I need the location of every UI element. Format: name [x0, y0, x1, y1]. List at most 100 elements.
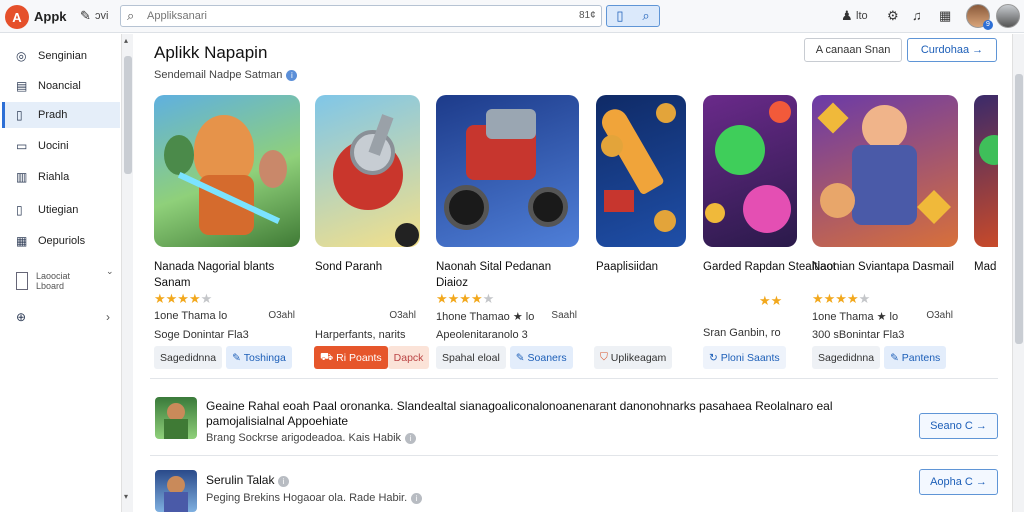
info-icon[interactable]: i — [286, 69, 298, 81]
top-bar: A Appk ✎ ᴐvi ⌕ 81¢ ▯ ⌕ ♟ lto ⚙ ♫ ▦ 9 — [0, 0, 1024, 33]
action-button[interactable]: Sagedidnna — [812, 346, 881, 369]
app-artwork[interactable] — [596, 95, 686, 247]
sidebar-item-label: Senginian — [38, 50, 87, 62]
avatar-secondary[interactable] — [996, 4, 1020, 28]
app-artwork[interactable] — [436, 95, 579, 247]
sidebar-item-5[interactable]: ▥ Riahla — [2, 164, 120, 190]
app-artwork[interactable] — [974, 95, 998, 247]
main-scrollbar[interactable] — [1012, 34, 1024, 512]
app-name[interactable]: Nanada Nagorial blants Sanam — [154, 259, 299, 291]
settings-icon[interactable]: ⚙ — [887, 8, 899, 24]
sidebar-item-label: Noancial — [38, 80, 81, 92]
headphones-icon[interactable]: ♫ — [912, 8, 922, 23]
app-card[interactable]: Mad — [974, 95, 998, 375]
list-item-subtitle: Peging Brekins Hogaoar ola. Rade Habir. … — [206, 492, 423, 504]
app-meta-text: 1one Thama lo — [154, 310, 228, 322]
app-artwork[interactable] — [812, 95, 958, 247]
action-button[interactable]: Dapck — [387, 346, 430, 369]
app-name[interactable]: Mad — [974, 259, 998, 275]
app-name[interactable]: Naonian Sviantapa Dasmail — [812, 259, 957, 275]
primary-button[interactable]: Curdohaa → — [907, 38, 997, 62]
bell-icon[interactable]: ♟ — [841, 8, 853, 24]
app-meta-right: O3ahl — [389, 310, 416, 321]
app-name: Appk — [34, 9, 67, 24]
scroll-down-icon[interactable]: ▾ — [124, 492, 128, 501]
app-meta: 1hone Thamao ★ lo Saahl — [436, 310, 581, 323]
sidebar-item-1[interactable]: ◎ Senginian — [2, 43, 120, 69]
sidebar-item-2[interactable]: ▤ Noancial — [2, 73, 120, 99]
app-artwork[interactable] — [315, 95, 420, 247]
action-button[interactable]: ↻ Ploni Saants — [703, 346, 786, 369]
action-button[interactable]: Spahal eloal — [436, 346, 506, 369]
app-meta-2: Harperfants, narits — [315, 329, 406, 341]
sidebar-scrollbar[interactable]: ▴ ▾ — [121, 34, 133, 512]
pencil-icon[interactable]: ✎ — [80, 8, 91, 24]
list-item-title[interactable]: Serulin Talak i — [206, 473, 906, 488]
search-icon: ⌕ — [127, 8, 135, 23]
buy-button[interactable]: ⛟ Ri Poants — [314, 346, 388, 369]
search-icon[interactable]: ⌕ — [642, 8, 649, 24]
action-label: Toshinga — [243, 351, 286, 364]
info-icon[interactable]: i — [411, 492, 423, 504]
app-artwork[interactable] — [154, 95, 300, 247]
list-item-thumbnail[interactable] — [155, 397, 197, 439]
refresh-icon: ↻ — [709, 351, 721, 364]
app-artwork[interactable] — [703, 95, 797, 247]
pencil-icon: ✎ — [515, 351, 528, 364]
rating-stars: ★★ — [759, 293, 783, 308]
action-label: Ri Poants — [336, 351, 382, 364]
action-button-primary[interactable]: ✎ Toshinga — [226, 346, 292, 369]
page-subtitle: Sendemail Nadpe Satman i — [154, 69, 298, 81]
list-item-subtitle-text: Peging Brekins Hogaoar ola. Rade Habir. — [206, 492, 408, 504]
list-item-subtitle-text: Brang Sockrse arigodeadoa. Kais Habik — [206, 432, 402, 444]
app-card[interactable]: Naonian Sviantapa Dasmail ★★★★★ 1one Tha… — [812, 95, 962, 375]
sidebar-item-3[interactable]: ▯ Pradh — [2, 102, 120, 128]
app-card[interactable]: Nanada Nagorial blants Sanam ★★★★★ 1one … — [154, 95, 304, 375]
info-icon[interactable]: i — [405, 432, 417, 444]
sidebar-item-label: Riahla — [38, 171, 70, 183]
sidebar-item-label: Uocini — [38, 140, 69, 152]
list-item-button[interactable]: Aopha C → — [919, 469, 998, 495]
scroll-thumb[interactable] — [1015, 74, 1023, 344]
rating-stars: ★★★★★ — [154, 291, 213, 306]
sidebar-item-label: Utiegian — [38, 204, 79, 216]
search-input[interactable] — [147, 6, 567, 26]
action-button[interactable]: Sagedidnna — [154, 346, 223, 369]
app-meta: 1one Thama lo O3ahl — [154, 310, 299, 322]
app-card[interactable]: Naonah Sital Pedanan Diaioz ★★★★★ 1hone … — [436, 95, 586, 375]
sidebar-group-line2: Lboard — [36, 281, 65, 291]
chevron-down-icon[interactable]: ⌄ — [106, 266, 114, 277]
monitor-icon: ▭ — [16, 139, 28, 153]
pencil-label: ᴐvi — [95, 10, 109, 22]
app-meta-2: 300 sBonintar Fla3 — [812, 329, 905, 341]
search-bar[interactable]: ⌕ 81¢ — [120, 5, 602, 27]
action-button[interactable]: ⛉ Uplikeagam — [594, 346, 673, 369]
sidebar-item-7[interactable]: ▦ Oepuriols — [2, 228, 120, 254]
sidebar-item-4[interactable]: ▭ Uocini — [2, 133, 120, 159]
card-actions: Sagedidnna ✎ Toshinga — [154, 346, 292, 369]
cart-icon: ⛟ — [320, 350, 337, 363]
sidebar-item-more[interactable]: ⊕ › — [2, 304, 120, 330]
action-label: Uplikeagam — [610, 351, 667, 364]
scroll-up-icon[interactable]: ▴ — [124, 36, 128, 45]
bookmark-icon[interactable]: ▯ — [616, 8, 623, 24]
page-subtitle-text: Sendemail Nadpe Satman — [154, 69, 283, 81]
pencil-icon: ✎ — [890, 351, 902, 364]
notification-badge: 9 — [983, 20, 993, 30]
action-label: Ploni Saants — [720, 351, 780, 364]
list-item-thumbnail[interactable] — [155, 470, 197, 512]
scroll-thumb[interactable] — [124, 56, 132, 174]
shield-icon: ⛉ — [600, 351, 611, 363]
sidebar-group[interactable]: Laoociat Lboard ⌄ — [2, 264, 120, 298]
info-icon[interactable]: i — [277, 476, 289, 487]
list-item-title[interactable]: Geaine Rahal eoah Paal oronanka. Slandea… — [206, 399, 906, 429]
list-item-button[interactable]: Seano C → — [919, 413, 998, 439]
grid-icon[interactable]: ▦ — [939, 8, 951, 24]
divider — [150, 455, 998, 456]
action-button-primary[interactable]: ✎ Pantens — [884, 346, 947, 369]
app-name[interactable]: Naonah Sital Pedanan Diaioz — [436, 259, 581, 291]
action-button-primary[interactable]: ✎ Soaners — [509, 346, 573, 369]
sidebar-item-6[interactable]: ▯ Utiegian — [2, 197, 120, 223]
app-logo[interactable]: A — [5, 5, 29, 29]
secondary-button[interactable]: A canaan Snan — [804, 38, 902, 62]
